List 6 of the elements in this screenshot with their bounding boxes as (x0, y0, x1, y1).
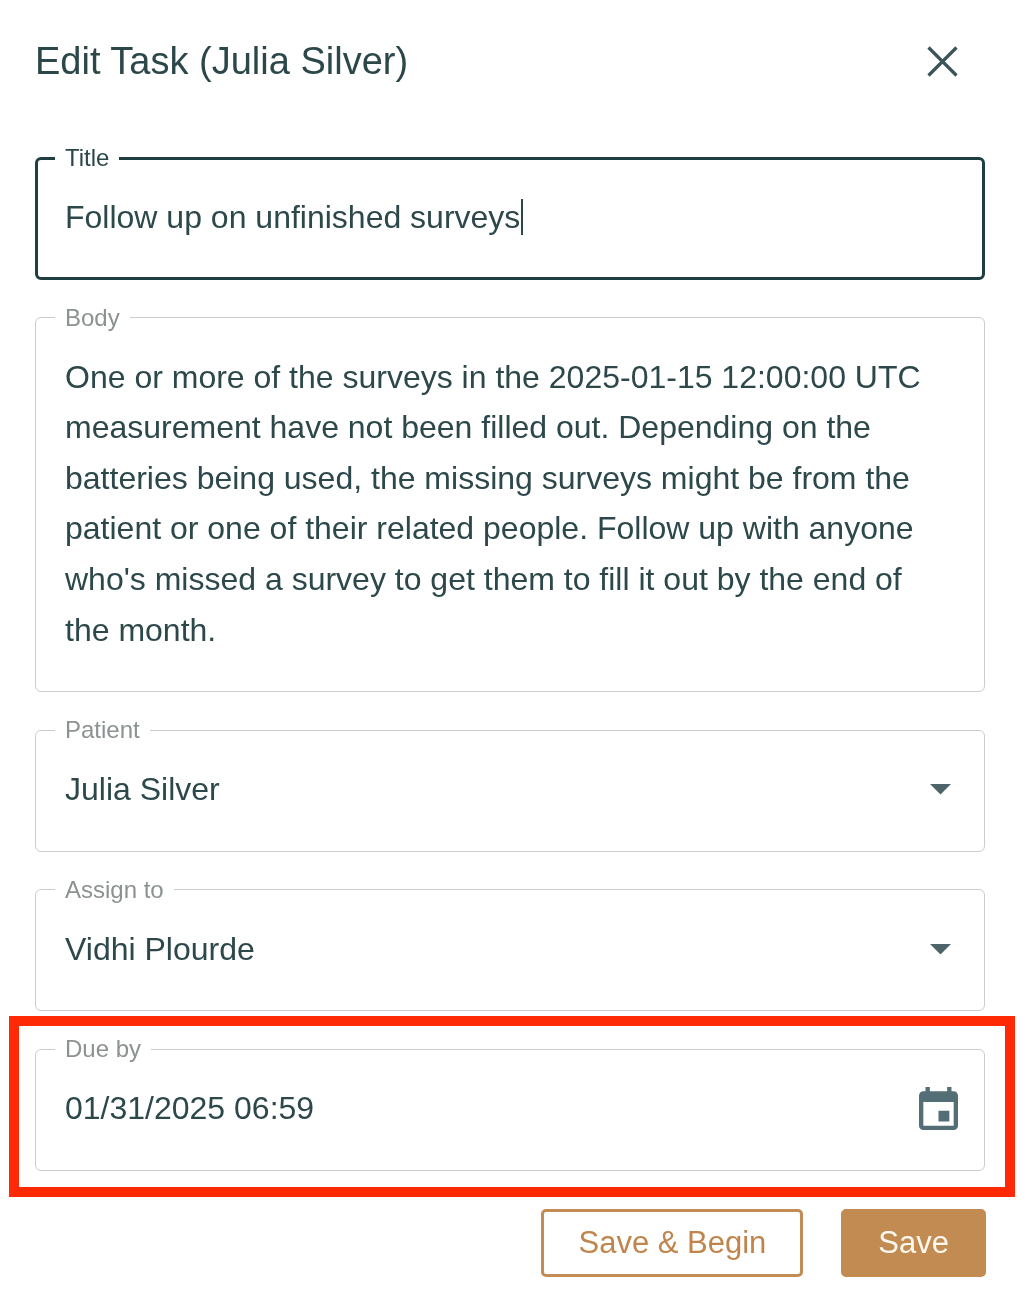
dropdown-arrow-icon[interactable] (930, 784, 951, 795)
dropdown-arrow-icon[interactable] (930, 943, 951, 955)
dialog-title: Edit Task (Julia Silver) (35, 39, 409, 84)
close-icon (926, 45, 958, 77)
calendar-icon[interactable] (919, 1087, 958, 1131)
text-cursor (521, 199, 524, 236)
